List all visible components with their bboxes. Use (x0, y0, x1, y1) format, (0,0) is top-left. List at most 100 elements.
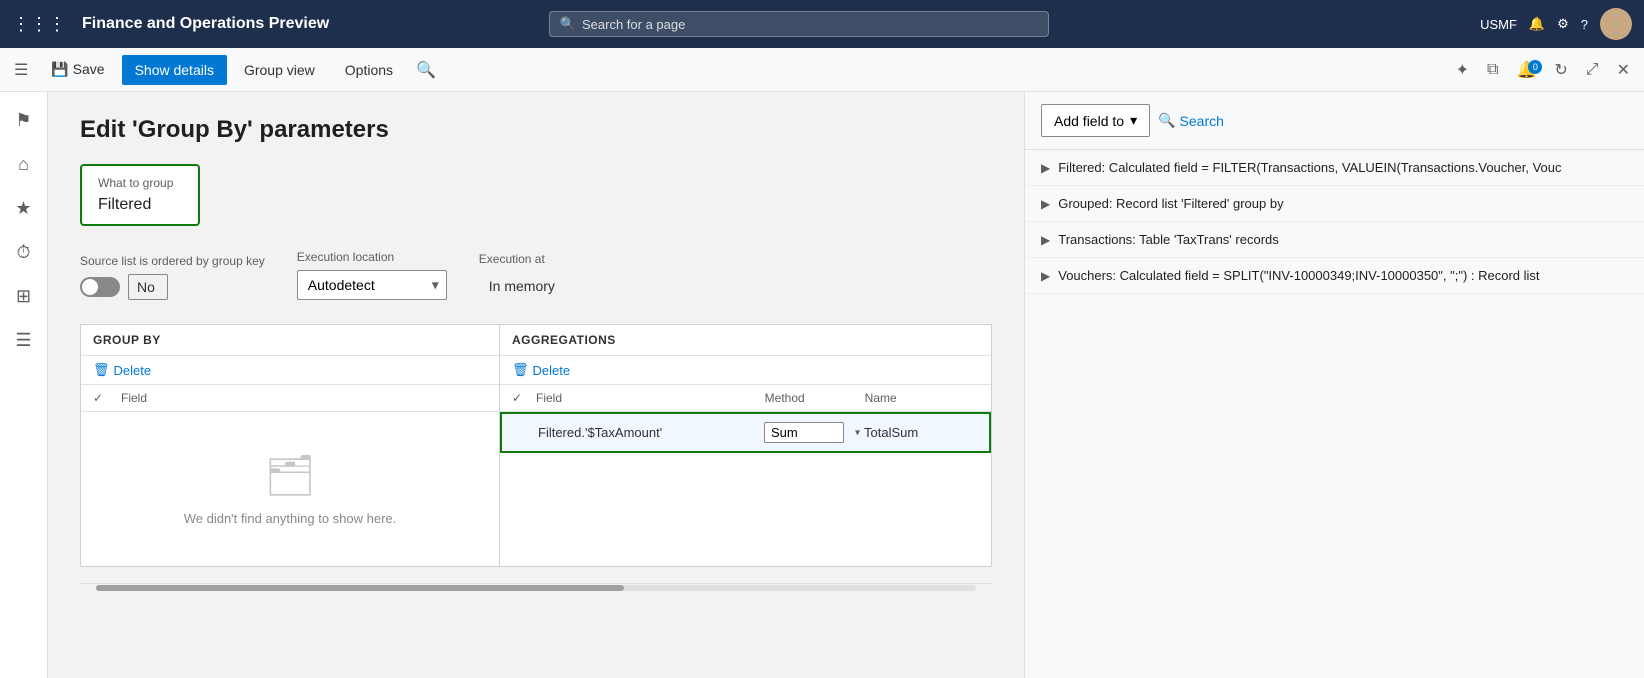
tree-item-0[interactable]: ▶ Filtered: Calculated field = FILTER(Tr… (1025, 150, 1644, 186)
window-icon[interactable]: ⧉ (1481, 55, 1504, 85)
bottom-scrollbar (80, 583, 992, 591)
execution-at-group: Execution at In memory (479, 252, 565, 300)
what-to-group-card: What to group Filtered (80, 164, 200, 226)
execution-location-select[interactable]: Autodetect (297, 270, 447, 300)
refresh-icon[interactable]: ↻ (1548, 54, 1573, 86)
scroll-thumb[interactable] (96, 585, 624, 591)
empty-text: We didn't find anything to show here. (184, 511, 397, 526)
right-panel-toolbar: Add field to ▾ 🔍 Search (1025, 92, 1644, 150)
tree-text-3: Vouchers: Calculated field = SPLIT("INV-… (1058, 268, 1539, 283)
options-button[interactable]: Options (332, 55, 406, 85)
tree-text-2: Transactions: Table 'TaxTrans' records (1058, 232, 1279, 247)
sidebar-home-icon[interactable]: ⌂ (4, 144, 44, 184)
agg-method-wrapper: Sum (764, 422, 864, 443)
settings-icon[interactable]: ⚙ (1557, 16, 1569, 32)
aggregation-row: Filtered.'$TaxAmount' Sum TotalSum (500, 412, 991, 453)
execution-location-label: Execution location (297, 250, 447, 264)
toggle-value: No (128, 274, 168, 300)
tree-chevron-3: ▶ (1041, 269, 1050, 283)
top-bar-right: USMF 🔔 ⚙ ? (1480, 8, 1632, 40)
tree-item-3[interactable]: ▶ Vouchers: Calculated field = SPLIT("IN… (1025, 258, 1644, 294)
aggregations-actions: 🗑 Delete (500, 356, 991, 385)
notification-badge: 0 (1528, 60, 1542, 74)
agg-method-select[interactable]: Sum (764, 422, 844, 443)
execution-at-label: Execution at (479, 252, 565, 266)
tree-text-1: Grouped: Record list 'Filtered' group by (1058, 196, 1283, 211)
group-by-column: GROUP BY 🗑 Delete ✓ Field 🗂 We didn't fi… (80, 324, 500, 567)
pin-icon[interactable]: ✦ (1450, 54, 1475, 86)
agg-row-field: Filtered.'$TaxAmount' (538, 425, 764, 440)
group-by-actions: 🗑 Delete (81, 356, 499, 385)
empty-icon: 🗂 (265, 452, 316, 499)
agg-check-header: ✓ (512, 391, 536, 405)
agg-row-name: TotalSum (864, 425, 977, 440)
group-by-table-header: ✓ Field (81, 385, 499, 412)
sidebar-filter-icon[interactable]: ⚑ (4, 100, 44, 140)
open-new-icon[interactable]: ⤢ (1580, 55, 1605, 85)
main-layout: ⚑ ⌂ ★ ⏱ ⊞ ☰ Edit 'Group By' parameters W… (0, 92, 1644, 678)
group-view-button[interactable]: Group view (231, 55, 328, 85)
tree-chevron-2: ▶ (1041, 233, 1050, 247)
global-search[interactable]: 🔍 Search for a page (549, 11, 1049, 37)
sidebar-favorites-icon[interactable]: ★ (4, 188, 44, 228)
add-field-to-button[interactable]: Add field to ▾ (1041, 104, 1150, 137)
top-bar: ⋮⋮⋮ Finance and Operations Preview 🔍 Sea… (0, 0, 1644, 48)
search-link-icon: 🔍 (1158, 112, 1175, 129)
search-placeholder: Search for a page (582, 17, 685, 32)
search-toolbar-icon[interactable]: 🔍 (410, 54, 442, 86)
search-button[interactable]: 🔍 Search (1158, 112, 1224, 129)
agg-field-header: Field (536, 391, 765, 405)
agg-delete-icon: 🗑 (512, 362, 529, 378)
source-list-label: Source list is ordered by group key (80, 254, 265, 268)
close-icon[interactable]: ✕ (1611, 54, 1636, 86)
search-link-label: Search (1180, 113, 1224, 129)
source-list-toggle[interactable] (80, 277, 120, 297)
add-field-chevron: ▾ (1130, 112, 1137, 129)
content-area: Edit 'Group By' parameters What to group… (48, 92, 1024, 678)
toolbar-right: ✦ ⧉ 🔔 0 ↻ ⤢ ✕ (1450, 54, 1636, 86)
page-title: Edit 'Group By' parameters (80, 116, 992, 144)
check-col-header: ✓ (93, 391, 113, 405)
group-by-empty-state: 🗂 We didn't find anything to show here. (81, 412, 499, 566)
left-sidebar: ⚑ ⌂ ★ ⏱ ⊞ ☰ (0, 92, 48, 678)
execution-at-value: In memory (479, 272, 565, 300)
app-title: Finance and Operations Preview (82, 15, 329, 33)
grid-icon[interactable]: ⋮⋮⋮ (12, 14, 66, 35)
delete-icon: 🗑 (93, 362, 110, 378)
aggregations-table-header: ✓ Field Method Name (500, 385, 991, 412)
tree-item-1[interactable]: ▶ Grouped: Record list 'Filtered' group … (1025, 186, 1644, 222)
group-by-delete-button[interactable]: 🗑 Delete (93, 362, 151, 378)
agg-method-header: Method (765, 391, 865, 405)
help-icon[interactable]: ? (1581, 17, 1588, 32)
user-label: USMF (1480, 17, 1517, 32)
aggregations-delete-button[interactable]: 🗑 Delete (512, 362, 570, 378)
notification-icon[interactable]: 🔔 (1529, 16, 1545, 32)
tree-chevron-0: ▶ (1041, 161, 1050, 175)
add-field-label: Add field to (1054, 113, 1124, 129)
hamburger-icon[interactable]: ☰ (8, 54, 34, 86)
toggle-row: No (80, 274, 265, 300)
toolbar: ☰ 💾 Save Show details Group view Options… (0, 48, 1644, 92)
tree-text-0: Filtered: Calculated field = FILTER(Tran… (1058, 160, 1561, 175)
what-to-group-value: Filtered (98, 196, 182, 214)
what-to-group-label: What to group (98, 176, 182, 190)
execution-location-group: Execution location Autodetect (297, 250, 447, 300)
sidebar-recent-icon[interactable]: ⏱ (4, 232, 44, 272)
agg-name-header: Name (865, 391, 979, 405)
sidebar-list-icon[interactable]: ☰ (4, 320, 44, 360)
avatar[interactable] (1600, 8, 1632, 40)
field-col-header: Field (121, 391, 147, 405)
group-by-header: GROUP BY (81, 325, 499, 356)
scroll-track (96, 585, 976, 591)
tree-item-2[interactable]: ▶ Transactions: Table 'TaxTrans' records (1025, 222, 1644, 258)
search-icon: 🔍 (560, 16, 576, 32)
columns-section: GROUP BY 🗑 Delete ✓ Field 🗂 We didn't fi… (80, 324, 992, 567)
right-panel: Add field to ▾ 🔍 Search ▶ Filtered: Calc… (1024, 92, 1644, 678)
sidebar-workspaces-icon[interactable]: ⊞ (4, 276, 44, 316)
show-details-button[interactable]: Show details (122, 55, 227, 85)
tree-list: ▶ Filtered: Calculated field = FILTER(Tr… (1025, 150, 1644, 294)
tree-chevron-1: ▶ (1041, 197, 1050, 211)
save-button[interactable]: 💾 Save (38, 54, 117, 85)
aggregations-header: AGGREGATIONS (500, 325, 991, 356)
aggregations-column: AGGREGATIONS 🗑 Delete ✓ Field Method Nam… (500, 324, 992, 567)
